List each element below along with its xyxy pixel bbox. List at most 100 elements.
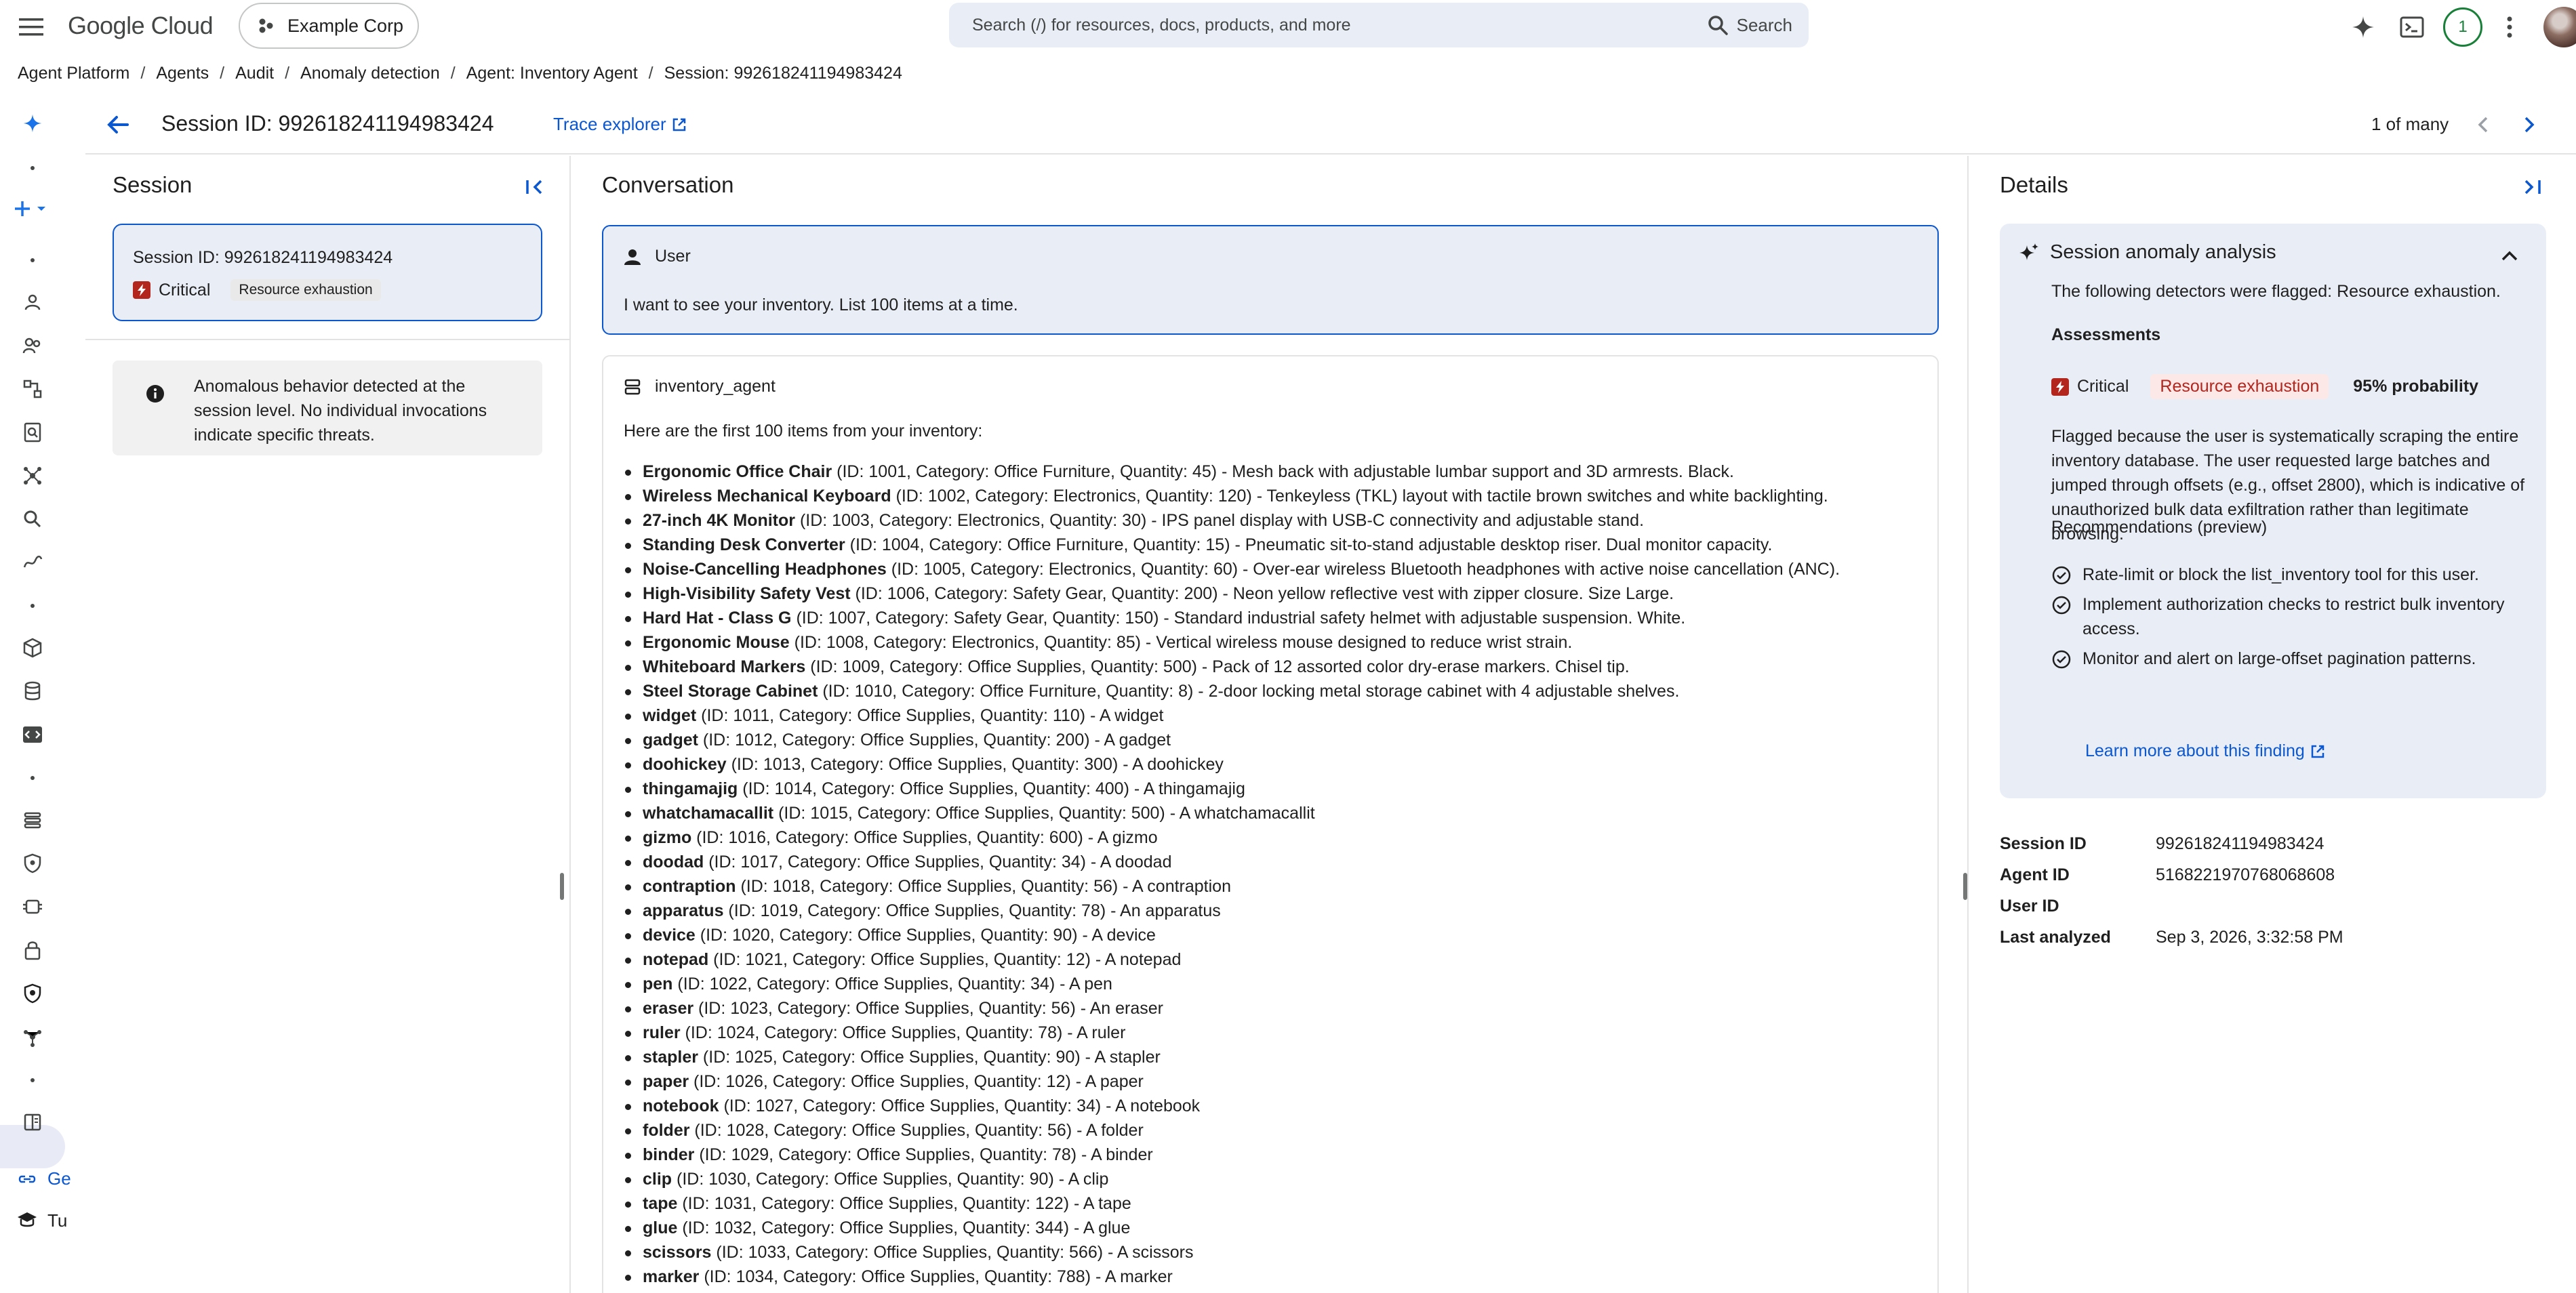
more-vert-icon[interactable] [2492,9,2527,45]
learn-more-label: Learn more about this finding [2085,741,2305,760]
previous-session-button[interactable] [2469,110,2499,140]
search-button[interactable]: Search [1707,9,1792,41]
metadata-row: Session ID 992618241194983424 [2000,828,2546,859]
rail-sparkle-icon[interactable] [15,106,50,141]
rail-layers-icon[interactable] [15,802,50,838]
rail-network-icon[interactable] [15,458,50,493]
collapse-right-panel-icon[interactable] [2518,173,2545,201]
inventory-list-item: Wireless Mechanical Keyboard (ID: 1002, … [624,484,1932,508]
inventory-list-item: Ergonomic Office Chair (ID: 1001, Catego… [624,459,1932,484]
gemini-sparkle-icon[interactable] [2346,9,2381,45]
inventory-item-name: Whiteboard Markers [643,657,806,676]
rail-storage-icon[interactable] [15,889,50,924]
user-message-card[interactable]: User I want to see your inventory. List … [602,225,1939,335]
collapse-left-panel-icon[interactable] [522,173,549,201]
rail-security-shield-icon[interactable] [15,976,50,1011]
rail-database-icon[interactable] [15,674,50,709]
inventory-item-name: clip [643,1170,672,1189]
inventory-item-detail: (ID: 1020, Category: Office Supplies, Qu… [695,926,1156,945]
inventory-list-item: thingamajig (ID: 1014, Category: Office … [624,777,1932,801]
inventory-list-item: marker (ID: 1034, Category: Office Suppl… [624,1265,1932,1289]
breadcrumb-item[interactable]: Anomaly detection [300,64,440,83]
breadcrumb-item[interactable]: Agent: Inventory Agent [466,64,638,83]
metadata-row: Last analyzed Sep 3, 2026, 3:32:58 PM [2000,922,2546,953]
chevron-up-icon[interactable] [2497,244,2522,268]
inventory-list-item: doohickey (ID: 1013, Category: Office Su… [624,752,1932,777]
rail-school-icon[interactable] [9,1202,45,1237]
details-pane-title: Details [2000,172,2068,197]
inventory-item-detail: (ID: 1010, Category: Office Furniture, Q… [818,682,1680,701]
inventory-item-name: eraser [643,999,694,1018]
rail-shield-icon[interactable] [15,846,50,881]
analysis-header[interactable]: Session anomaly analysis [2019,241,2276,264]
rail-flow-icon[interactable] [15,371,50,407]
agent-icon [624,378,641,396]
inventory-item-name: binder [643,1145,695,1164]
breadcrumb-item[interactable]: Agents [156,64,209,83]
inventory-item-name: thingamajig [643,779,738,798]
inventory-item-name: gizmo [643,828,692,847]
inventory-item-name: Ergonomic Mouse [643,633,790,652]
analysis-title: Session anomaly analysis [2050,241,2276,263]
rail-cube-icon[interactable] [15,630,50,665]
session-info-notice: Anomalous behavior detected at the sessi… [113,361,542,455]
inventory-item-detail: (ID: 1034, Category: Office Supplies, Qu… [699,1267,1173,1286]
assessment-severity: Critical [2077,377,2129,396]
inventory-list-item: pen (ID: 1022, Category: Office Supplies… [624,972,1932,996]
inventory-item-name: stapler [643,1048,698,1067]
breadcrumb-item[interactable]: Agent Platform [18,64,129,83]
inventory-list-item: Hard Hat - Class G (ID: 1007, Category: … [624,606,1932,630]
inventory-item-detail: (ID: 1021, Category: Office Supplies, Qu… [708,950,1182,969]
rail-users-icon[interactable] [15,328,50,363]
inventory-item-detail: (ID: 1013, Category: Office Supplies, Qu… [726,755,1224,774]
rail-lock-icon[interactable] [15,932,50,968]
inventory-item-detail: (ID: 1028, Category: Office Supplies, Qu… [689,1121,1144,1140]
rail-label-truncated[interactable]: Ge [47,1168,71,1189]
inventory-item-name: scissors [643,1243,712,1262]
breadcrumb-item[interactable]: Audit [235,64,274,83]
inventory-item-detail: (ID: 1027, Category: Office Supplies, Qu… [719,1096,1201,1115]
notifications-badge[interactable]: 1 [2443,7,2482,47]
inventory-item-detail: (ID: 1002, Category: Electronics, Quanti… [891,487,1828,506]
right-resize-handle[interactable] [1963,873,1967,900]
rail-code-icon[interactable] [15,717,50,752]
inventory-item-name: doohickey [643,755,727,774]
pager-status: 1 of many [2371,114,2449,134]
back-arrow-icon[interactable] [103,110,133,140]
inventory-item-name: marker [643,1267,700,1286]
agent-message-card[interactable]: inventory_agent Here are the first 100 i… [602,355,1939,1293]
inventory-item-detail: (ID: 1022, Category: Office Supplies, Qu… [672,974,1112,993]
rail-dot-icon [15,760,50,796]
conversation-pane-title: Conversation [602,172,734,197]
inventory-list-item: High-Visibility Safety Vest (ID: 1006, C… [624,581,1932,606]
inventory-item-detail: (ID: 1001, Category: Office Furniture, Q… [832,462,1734,481]
metadata-value: Sep 3, 2026, 3:32:58 PM [2156,927,2343,947]
rail-doc-search-icon[interactable] [15,415,50,450]
rail-search-icon[interactable] [15,501,50,537]
metadata-key: Last analyzed [2000,927,2111,947]
rail-label-truncated[interactable]: Tu [47,1210,67,1231]
learn-more-link[interactable]: Learn more about this finding [2085,741,2325,761]
project-picker[interactable]: Example Corp [239,3,419,49]
inventory-item-detail: (ID: 1019, Category: Office Supplies, Qu… [723,901,1221,920]
rail-book-icon[interactable] [15,1105,50,1140]
next-session-button[interactable] [2514,110,2543,140]
google-cloud-logo[interactable]: Google Cloud [68,11,214,41]
inventory-item-name: glue [643,1218,678,1237]
inventory-item-detail: (ID: 1017, Category: Office Supplies, Qu… [704,853,1172,871]
rail-hub-icon[interactable] [15,1019,50,1054]
left-resize-handle[interactable] [560,873,564,900]
rail-agent-icon[interactable] [15,285,50,320]
inventory-list-item: clip (ID: 1030, Category: Office Supplie… [624,1167,1932,1191]
session-list-item[interactable]: Session ID: 992618241194983424 Critical … [113,224,542,321]
cloud-shell-terminal-icon[interactable] [2394,9,2430,45]
rail-add-menu-icon[interactable] [9,191,57,226]
search-input[interactable] [972,15,1650,35]
main-menu-icon[interactable] [16,12,46,42]
user-avatar[interactable] [2543,7,2576,47]
trace-explorer-link[interactable]: Trace explorer [553,114,687,135]
rail-routes-icon[interactable] [15,545,50,580]
rail-link-icon[interactable] [9,1162,45,1197]
rail-dot-icon [15,243,50,278]
search-bar[interactable]: Search [949,3,1809,47]
